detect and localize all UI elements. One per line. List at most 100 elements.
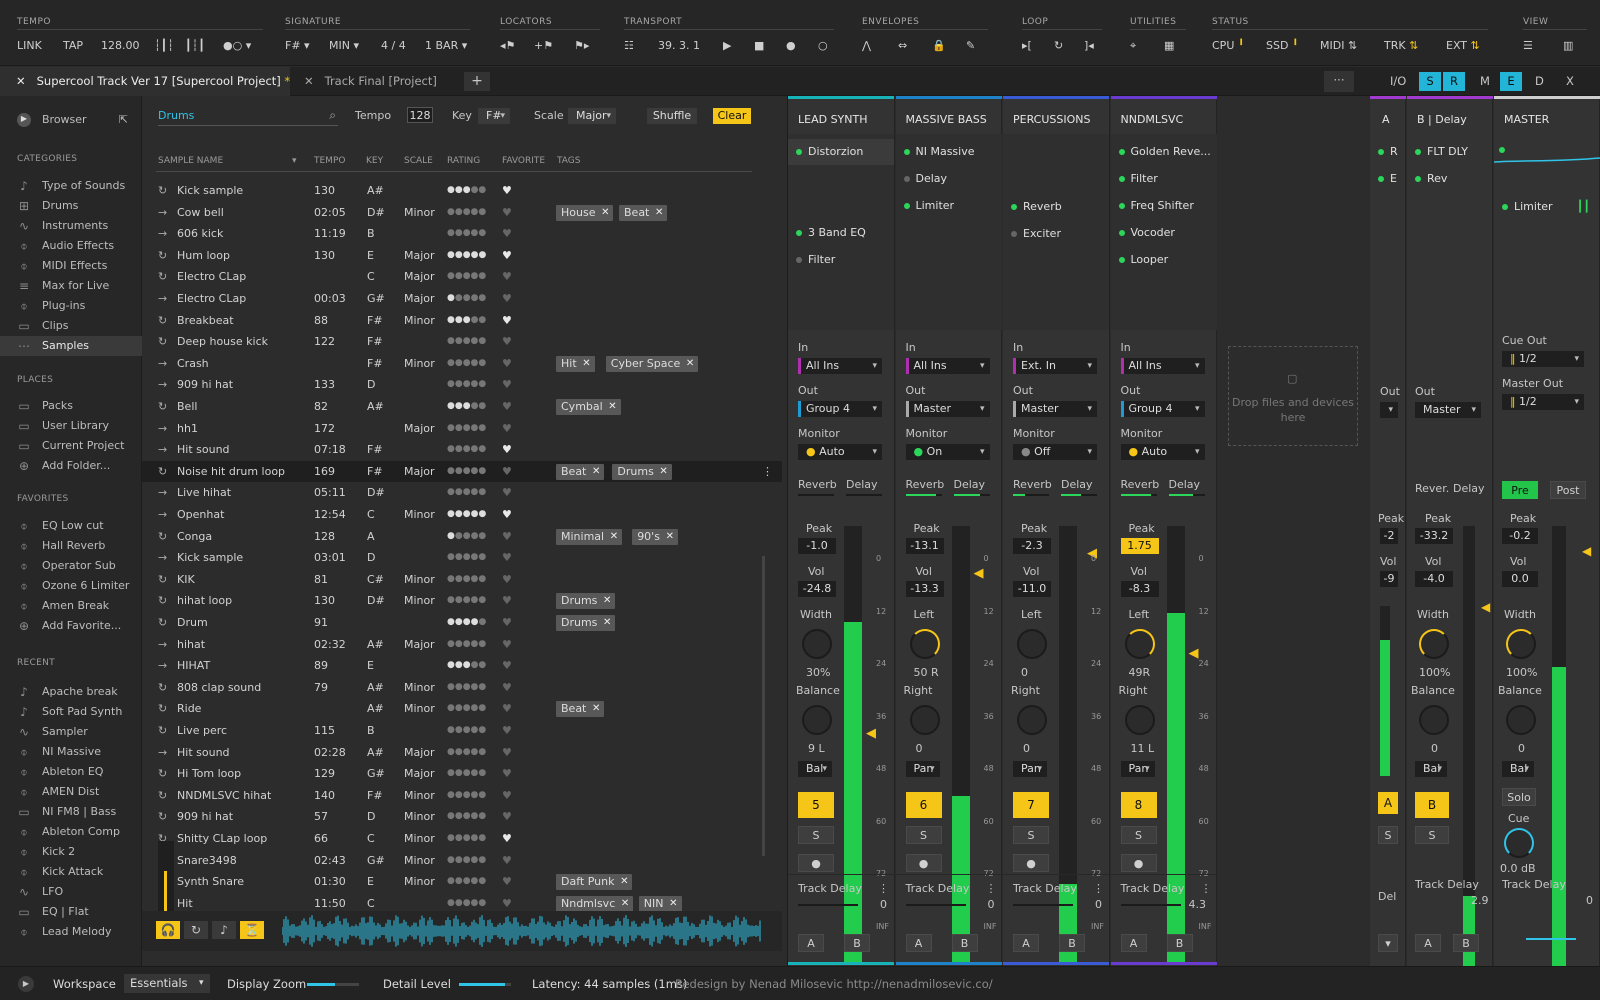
rating-stars[interactable]: ●●●●● — [447, 374, 486, 396]
favorite-heart-icon[interactable]: ♥ — [502, 720, 512, 742]
vol-value[interactable]: -4.0 — [1415, 571, 1453, 587]
favorite-heart-icon[interactable]: ♥ — [502, 850, 512, 872]
solo-button[interactable]: S — [1378, 826, 1398, 844]
vol-value[interactable]: 0.0 — [1502, 571, 1538, 587]
device-slot[interactable]: Vocoder — [1111, 220, 1217, 246]
envelope-stretch-icon[interactable]: ⇔ — [898, 39, 907, 52]
crossfade-a-button[interactable]: A — [1013, 934, 1039, 952]
delay-send-slider[interactable] — [1168, 494, 1205, 496]
track-delay-slider[interactable] — [1120, 904, 1181, 906]
track-delay-slider[interactable] — [798, 904, 858, 906]
rating-stars[interactable]: ●●●●● — [447, 180, 486, 202]
sidebar-item-apache-break[interactable]: ♪ Apache break — [0, 682, 142, 702]
rating-stars[interactable]: ●●●●● — [447, 828, 486, 850]
overdub-icon[interactable]: ○ — [818, 39, 828, 52]
rating-stars[interactable]: ●●●●● — [447, 288, 486, 310]
pre-button[interactable]: Pre — [1502, 481, 1538, 499]
sample-row[interactable]: → 909 hi hat 133 D ●●●●● ♥ — [142, 374, 782, 396]
track-delay-value[interactable]: 0 — [1095, 898, 1102, 911]
crossfade-b-button[interactable]: B — [1453, 934, 1479, 952]
sample-row[interactable]: ↻ KIK 81 C# Minor ●●●●● ♥ — [142, 569, 782, 591]
monitor-select[interactable]: ● On — [905, 444, 990, 460]
crossfade-b-button[interactable]: B — [1059, 934, 1085, 952]
sample-row[interactable]: → 606 kick 11:19 B ●●●●● ♥ — [142, 223, 782, 245]
favorite-heart-icon[interactable]: ♥ — [502, 439, 512, 461]
tag-chip[interactable]: 90's — [632, 528, 678, 545]
solo-button[interactable]: S — [798, 826, 834, 844]
width-knob[interactable] — [1419, 629, 1449, 659]
rating-stars[interactable]: ●●●●● — [447, 202, 486, 224]
favorite-heart-icon[interactable]: ♥ — [502, 482, 512, 504]
note-icon[interactable]: ♪ — [212, 921, 236, 939]
master-out-select[interactable]: ‖ 1/2 — [1502, 394, 1584, 410]
fader-handle-icon[interactable]: ◀ — [866, 726, 876, 741]
input-select[interactable]: Ext. In — [1013, 358, 1097, 374]
crossfade-a-button[interactable]: A — [1120, 934, 1147, 952]
sidebar-item-sampler[interactable]: ∿ Sampler — [0, 722, 142, 742]
tag-chip[interactable]: Cymbal — [556, 399, 621, 415]
rating-stars[interactable]: ●●●●● — [447, 806, 486, 828]
record-icon[interactable]: ● — [786, 39, 796, 52]
favorite-heart-icon[interactable]: ♥ — [502, 742, 512, 764]
favorite-heart-icon[interactable]: ♥ — [502, 396, 512, 418]
tag-chip[interactable]: Minimal — [556, 528, 623, 545]
expand-icon[interactable]: ▾ — [1378, 934, 1398, 952]
col-sample-name[interactable]: SAMPLE NAME — [158, 156, 223, 166]
sidebar-item-amen-break[interactable]: ⌽ Amen Break — [0, 596, 142, 616]
metronome-dots-icon[interactable]: ●○ ▾ — [223, 39, 251, 52]
arm-icon[interactable]: ● — [798, 854, 834, 872]
sample-row[interactable]: → Electro CLap 00:03 G# Major ●●●●● ♥ — [142, 288, 782, 310]
track-activator[interactable]: 6 — [905, 792, 942, 818]
pan-mode-select[interactable]: Pan — [1120, 761, 1155, 777]
return-b-device-rev[interactable]: Rev — [1407, 166, 1493, 192]
follow-icon[interactable]: ☷ — [624, 39, 634, 52]
sidebar-item-clips[interactable]: ▭ Clips — [0, 316, 142, 336]
sends-toggle[interactable]: S — [1419, 72, 1441, 91]
sample-row[interactable]: ↻ Live perc 115 B ●●●●● ♥ — [142, 720, 782, 742]
tag-chip[interactable]: Beat — [556, 701, 605, 718]
knob1[interactable] — [802, 629, 832, 659]
favorite-heart-icon[interactable]: ♥ — [502, 504, 512, 526]
knob2[interactable] — [909, 705, 940, 735]
vol-value[interactable]: -11.0 — [1013, 581, 1051, 597]
sample-row[interactable]: ↻ Noise hit drum loop 169 F# Major ●●●●●… — [142, 460, 782, 483]
sidebar-item-eq-flat[interactable]: ▭ EQ | Flat — [0, 902, 142, 922]
metronome-bars-icon[interactable]: ┆┃┆ — [154, 39, 174, 52]
delay-send-slider[interactable] — [1061, 494, 1097, 496]
sample-row[interactable]: ↻ hihat loop 130 D# Minor ●●●●● ♥ Drums — [142, 590, 782, 612]
col-favorite[interactable]: FAVORITE — [502, 156, 545, 166]
rating-stars[interactable]: ●●●●● — [447, 677, 486, 699]
sidebar-item-lead-melody[interactable]: ⌽ Lead Melody — [0, 922, 142, 942]
sidebar-item-kick-2[interactable]: ⌽ Kick 2 — [0, 842, 142, 862]
sample-row[interactable]: ↻ Deep house kick 122 F# ●●●●● ♥ — [142, 331, 782, 353]
out-select[interactable]: Master — [1415, 402, 1481, 418]
rating-stars[interactable]: ●●●●● — [447, 634, 486, 656]
loop-end-icon[interactable]: ]◂ — [1084, 39, 1094, 52]
close-icon[interactable]: ✕ — [16, 74, 26, 88]
sidebar-item-add-folder-[interactable]: ⊕ Add Folder... — [0, 456, 142, 476]
col-tags[interactable]: TAGS — [557, 156, 580, 166]
favorite-heart-icon[interactable]: ♥ — [502, 612, 512, 634]
key-filter-select[interactable]: F# — [478, 108, 510, 124]
device-slot[interactable]: Distorzion — [788, 139, 894, 165]
return-b-device-flt-dly[interactable]: FLT DLY — [1407, 139, 1493, 165]
output-select[interactable]: Group 4 — [798, 401, 882, 417]
sample-row[interactable]: → hihat 02:32 A# Major ●●●●● ♥ — [142, 634, 782, 656]
sidebar-item-operator-sub[interactable]: ⌽ Operator Sub — [0, 556, 142, 576]
sample-row[interactable]: ↻ Breakbeat 88 F# Minor ●●●●● ♥ — [142, 310, 782, 332]
track-activator[interactable]: 7 — [1013, 792, 1049, 818]
arm-icon[interactable]: ● — [1120, 854, 1157, 872]
sidebar-item-plug-ins[interactable]: ⌽ Plug-ins — [0, 296, 142, 316]
sidebar-item-soft-pad-synth[interactable]: ♪ Soft Pad Synth — [0, 702, 142, 722]
balance-knob[interactable] — [1419, 705, 1449, 735]
sample-row[interactable]: → Synth Snare 01:30 E Minor ●●●●● ♥ Daft… — [142, 871, 782, 893]
rating-stars[interactable]: ●●●●● — [447, 742, 486, 764]
track-delay-menu-icon[interactable]: ⋮ — [878, 882, 889, 895]
output-select[interactable]: Master — [1013, 401, 1097, 417]
sample-row[interactable]: → Hit sound 02:28 A# Major ●●●●● ♥ — [142, 742, 782, 764]
sample-row[interactable]: → Snare3498 02:43 G# Minor ●●●●● ♥ — [142, 850, 782, 872]
sidebar-item-current-project[interactable]: ▭ Current Project — [0, 436, 142, 456]
favorite-heart-icon[interactable]: ♥ — [502, 763, 512, 785]
sample-row[interactable]: ↻ Bell 82 A# ●●●●● ♥ Cymbal — [142, 396, 782, 418]
sidebar-item-drums[interactable]: ⊞ Drums — [0, 196, 142, 216]
